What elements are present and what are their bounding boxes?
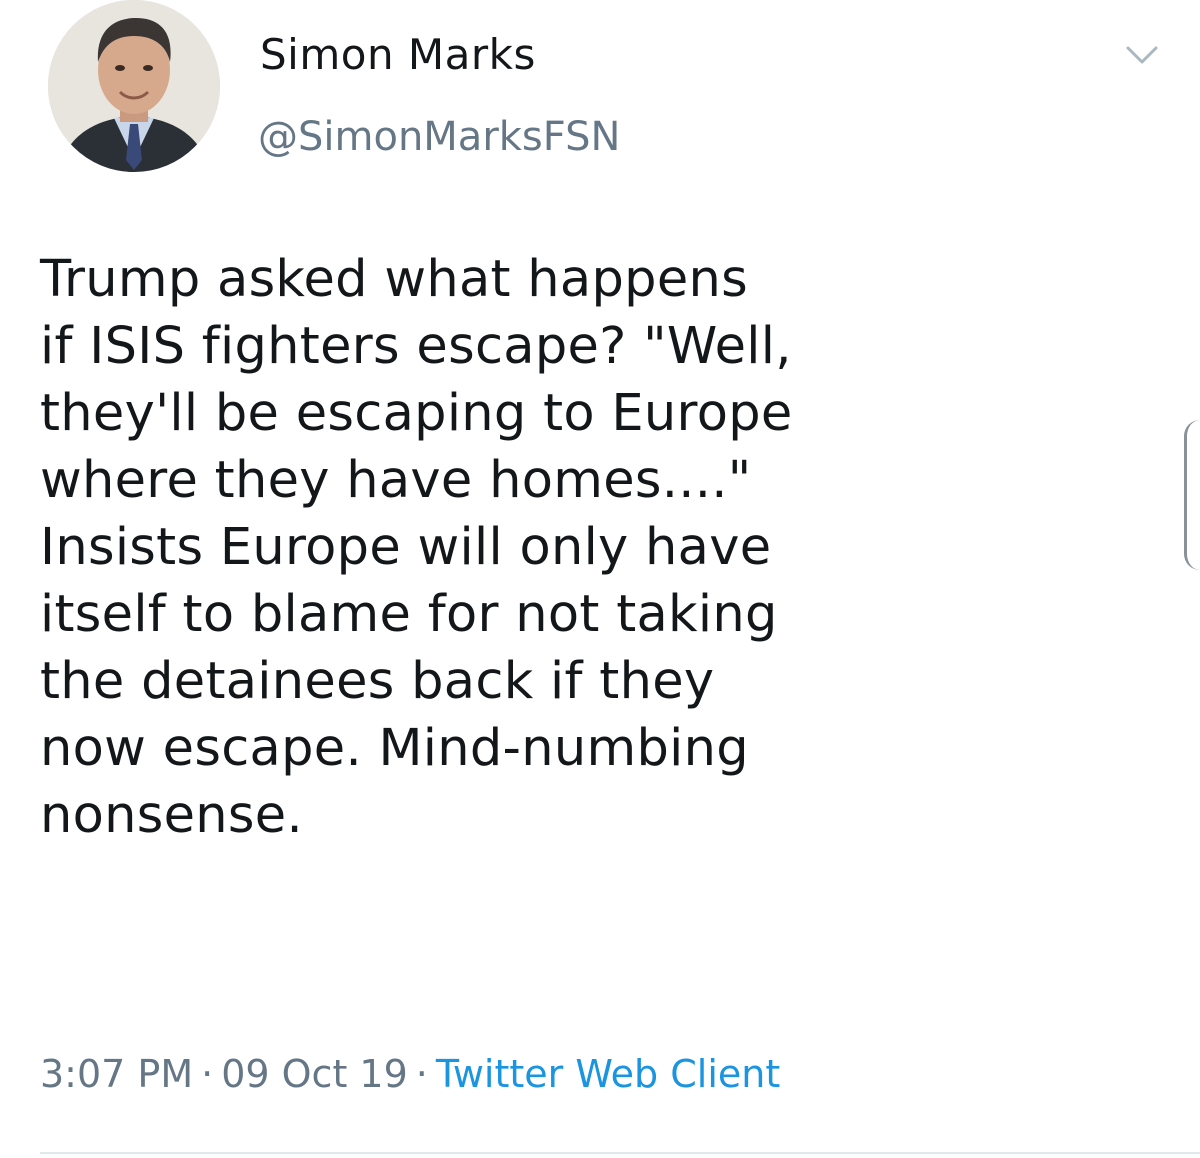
chevron-down-icon[interactable] — [1122, 40, 1162, 70]
display-name[interactable]: Simon Marks — [260, 30, 536, 79]
meta-separator: · — [415, 1052, 428, 1096]
tweet-date[interactable]: 09 Oct 19 — [221, 1052, 408, 1096]
tweet-meta: 3:07 PM · 09 Oct 19 · Twitter Web Client — [40, 1052, 780, 1096]
divider — [40, 1152, 1200, 1154]
tweet: Simon Marks @SimonMarksFSN Trump asked w… — [0, 0, 1200, 1158]
user-handle[interactable]: @SimonMarksFSN — [258, 114, 620, 160]
avatar[interactable] — [48, 0, 220, 172]
profile-photo — [48, 0, 220, 172]
meta-separator: · — [201, 1052, 214, 1096]
scrollbar-edge[interactable] — [1184, 420, 1200, 570]
tweet-time[interactable]: 3:07 PM — [40, 1052, 193, 1096]
tweet-text: Trump asked what happens if ISIS fighter… — [40, 250, 793, 845]
tweet-source-link[interactable]: Twitter Web Client — [436, 1052, 780, 1096]
